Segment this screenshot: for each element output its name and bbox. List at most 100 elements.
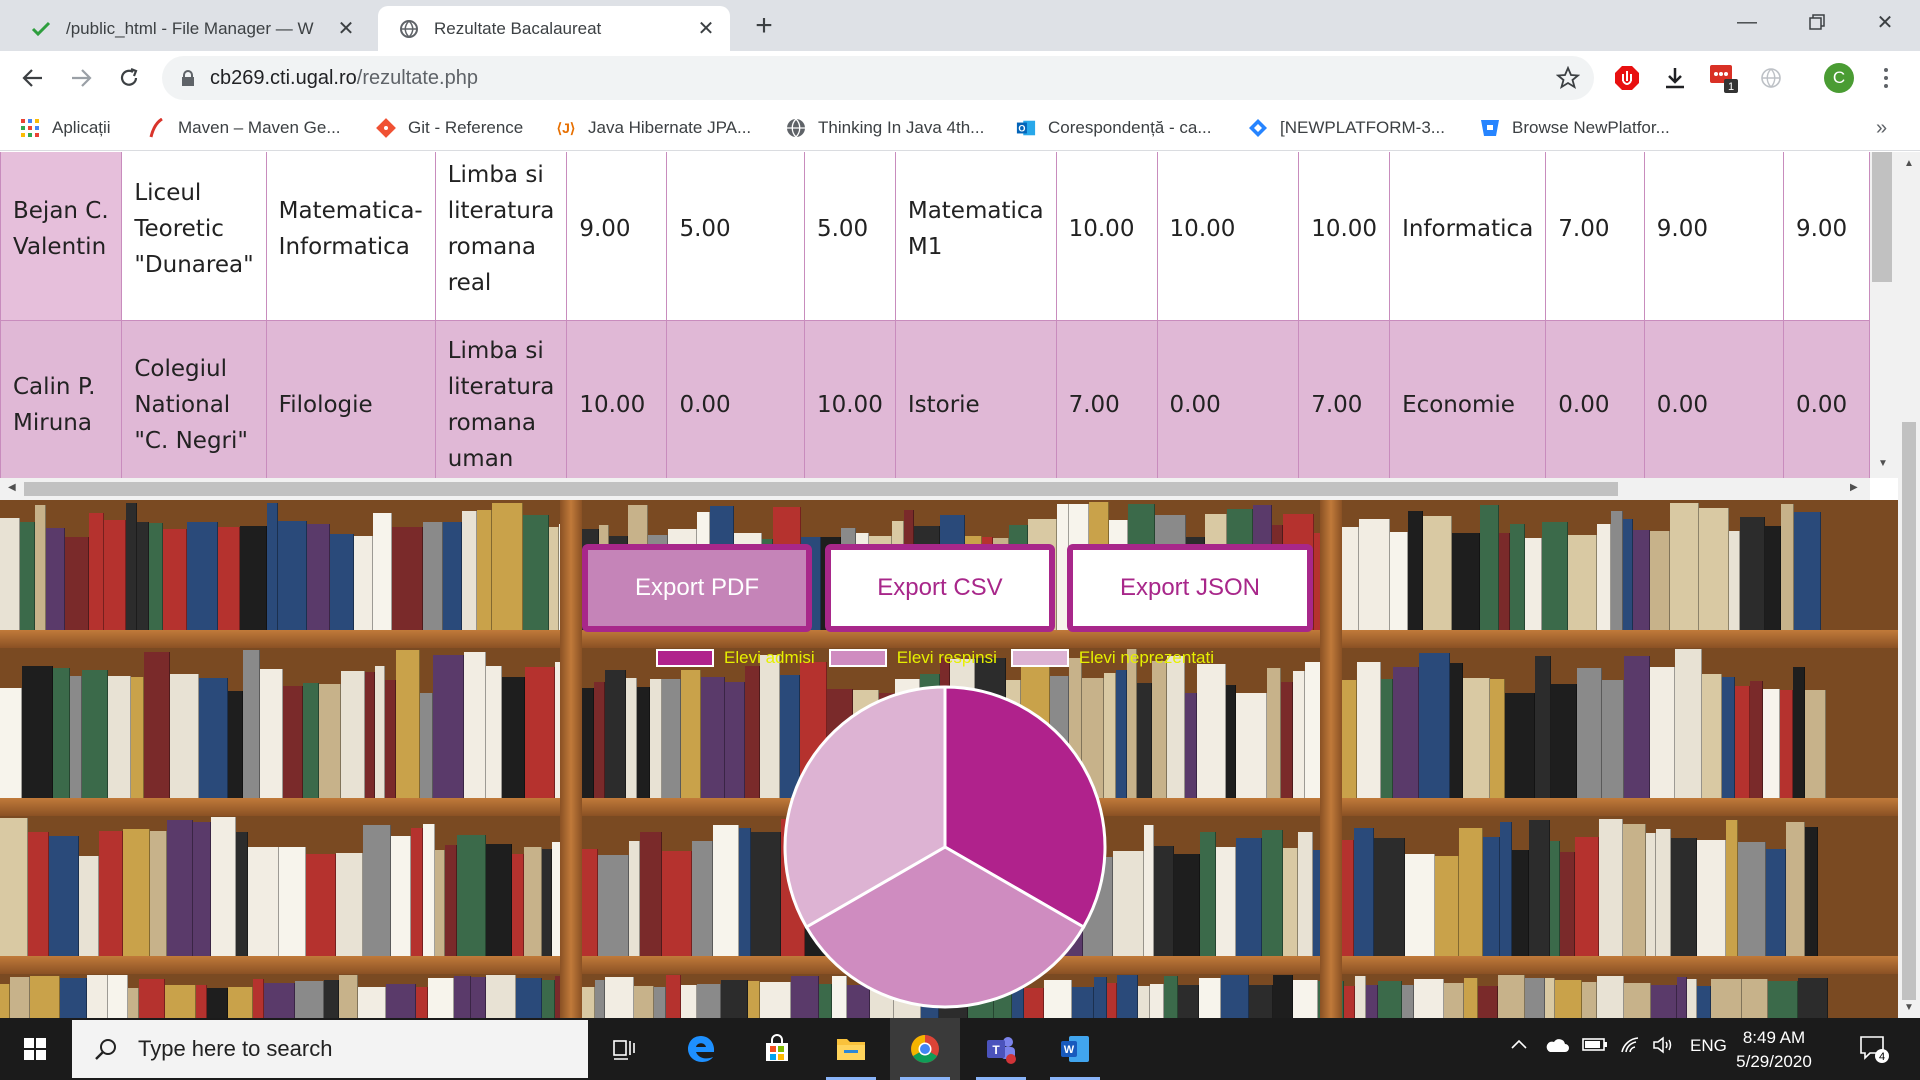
bookmark-star-icon[interactable]: [1556, 66, 1580, 90]
legend-item[interactable]: Elevi admisi: [656, 648, 815, 668]
book-spine: [1164, 976, 1178, 1018]
table-horizontal-scrollbar[interactable]: ◀ ▶: [0, 478, 1870, 500]
book-spine: [629, 841, 640, 956]
table-cell: Colegiul National "C. Negri": [121, 320, 267, 489]
microsoft-store-icon[interactable]: [742, 1018, 812, 1080]
book-spine: [49, 836, 79, 956]
book-spine: [20, 522, 35, 630]
book-spine: [598, 855, 629, 956]
tab-file-manager[interactable]: /public_html - File Manager — W ✕: [10, 6, 370, 51]
new-tab-button[interactable]: +: [748, 9, 780, 42]
book-spine: [1742, 979, 1768, 1018]
table-cell: Informatica: [1389, 152, 1547, 321]
scroll-down-arrow-icon[interactable]: ▼: [1904, 1002, 1914, 1013]
clock[interactable]: 8:49 AM 5/29/2020: [1728, 1026, 1820, 1074]
file-explorer-icon[interactable]: [816, 1018, 886, 1080]
book-spine: [1281, 682, 1293, 798]
book-spine: [1505, 693, 1535, 798]
book-spine: [640, 832, 662, 956]
export-pdf-button[interactable]: Export PDF: [582, 544, 812, 632]
chrome-icon[interactable]: [890, 1018, 960, 1080]
word-icon[interactable]: W: [1040, 1018, 1110, 1080]
book-spine: [46, 528, 65, 630]
teams-icon[interactable]: T: [966, 1018, 1036, 1080]
bookmark-git[interactable]: Git - Reference: [376, 115, 523, 141]
reload-icon[interactable]: [110, 59, 148, 97]
bookmark-java-hibernate[interactable]: ⟨J⟩ Java Hibernate JPA...: [556, 115, 752, 141]
results-table-container: Bejan C. Valentin Liceul Teoretic "Dunar…: [0, 152, 1898, 500]
bookmark-maven[interactable]: Maven – Maven Ge...: [146, 115, 341, 141]
scroll-down-arrow-icon[interactable]: ▼: [1878, 458, 1888, 469]
book-spine: [1359, 519, 1390, 630]
book-spine: [1298, 832, 1313, 956]
legend-item[interactable]: Elevi respinsi: [828, 648, 997, 668]
profile-avatar[interactable]: C: [1824, 63, 1854, 93]
wifi-icon[interactable]: [1620, 1036, 1642, 1059]
menu-kebab-icon[interactable]: [1874, 63, 1898, 93]
bookmark-newplatform-jira[interactable]: [NEWPLATFORM-3...: [1248, 115, 1445, 141]
windows-start-icon[interactable]: [0, 1018, 70, 1080]
page-vertical-scrollbar[interactable]: ▲ ▼: [1898, 152, 1920, 1018]
language-indicator[interactable]: ENG: [1690, 1036, 1727, 1056]
export-csv-button[interactable]: Export CSV: [825, 544, 1055, 632]
taskbar-search-input[interactable]: Type here to search: [72, 1020, 588, 1078]
book-spine: [692, 841, 713, 956]
adblock-icon[interactable]: [1612, 63, 1642, 93]
close-tab-icon[interactable]: ✕: [332, 15, 360, 43]
forward-icon[interactable]: [62, 59, 100, 97]
chevron-up-icon[interactable]: [1510, 1036, 1528, 1056]
table-cell: 10.00: [1156, 152, 1300, 321]
book-spine: [358, 987, 386, 1018]
scroll-up-arrow-icon[interactable]: ▲: [1904, 158, 1914, 169]
close-window-icon[interactable]: ✕: [1860, 4, 1910, 40]
export-json-button[interactable]: Export JSON: [1067, 544, 1313, 632]
book-spine: [137, 522, 149, 630]
extension-badge-icon[interactable]: 1: [1708, 63, 1738, 93]
scrollbar-thumb[interactable]: [1872, 152, 1892, 282]
minimize-icon[interactable]: —: [1722, 4, 1772, 40]
book-spine: [1293, 980, 1318, 1018]
restore-icon[interactable]: [1792, 4, 1842, 40]
download-icon[interactable]: [1660, 63, 1690, 93]
scrollbar-thumb[interactable]: [1902, 422, 1916, 1000]
tab-title: Rezultate Bacalaureat: [434, 18, 602, 38]
book-spine: [725, 682, 745, 798]
battery-icon[interactable]: [1582, 1036, 1608, 1057]
search-placeholder: Type here to search: [138, 1036, 333, 1061]
notification-center-icon[interactable]: 4: [1858, 1034, 1890, 1069]
task-view-icon[interactable]: [590, 1018, 660, 1080]
book-spine: [108, 975, 128, 1018]
bookmark-corespondenta[interactable]: O Corespondență - ca...: [1016, 115, 1211, 141]
translate-globe-icon[interactable]: [1756, 63, 1786, 93]
edge-browser-icon[interactable]: [666, 1018, 736, 1080]
bookmark-label: Java Hibernate JPA...: [588, 118, 752, 137]
book-spine: [1750, 681, 1763, 798]
bookmark-thinking-in-java[interactable]: Thinking In Java 4th...: [786, 115, 984, 141]
jira-icon: [1248, 118, 1268, 138]
scroll-right-arrow-icon[interactable]: ▶: [1850, 482, 1858, 493]
bookmarks-overflow-icon[interactable]: »: [1876, 117, 1887, 140]
bookshelf-background: Export PDF Export CSV Export JSON Elevi …: [0, 500, 1898, 1018]
table-cell: 7.00: [1298, 320, 1391, 489]
book-spine: [1499, 533, 1510, 630]
volume-icon[interactable]: [1652, 1036, 1674, 1059]
bookmark-apps[interactable]: Aplicații: [20, 115, 111, 141]
legend-label: Elevi admisi: [724, 648, 815, 667]
outlook-icon: O: [1016, 118, 1036, 138]
book-spine: [1200, 832, 1216, 956]
svg-text:T: T: [992, 1043, 1000, 1057]
table-cell: 0.00: [1643, 320, 1784, 489]
legend-item[interactable]: Elevi neprezentati: [1010, 648, 1214, 668]
table-vertical-scrollbar[interactable]: ▲ ▼: [1870, 152, 1898, 478]
bookmark-browse-newplatform[interactable]: Browse NewPlatfor...: [1480, 115, 1670, 141]
results-table-scroll-area[interactable]: Bejan C. Valentin Liceul Teoretic "Dunar…: [0, 152, 1871, 489]
book-spine: [187, 522, 218, 630]
scroll-left-arrow-icon[interactable]: ◀: [8, 482, 16, 493]
back-icon[interactable]: [14, 59, 52, 97]
address-bar[interactable]: cb269.cti.ugal.ro/rezultate.php: [162, 56, 1594, 100]
scrollbar-thumb[interactable]: [24, 482, 1618, 496]
tab-rezultate[interactable]: Rezultate Bacalaureat ✕: [378, 6, 730, 51]
onedrive-cloud-icon[interactable]: [1544, 1036, 1570, 1059]
close-tab-icon[interactable]: ✕: [692, 15, 720, 43]
book-spine: [1249, 985, 1273, 1018]
